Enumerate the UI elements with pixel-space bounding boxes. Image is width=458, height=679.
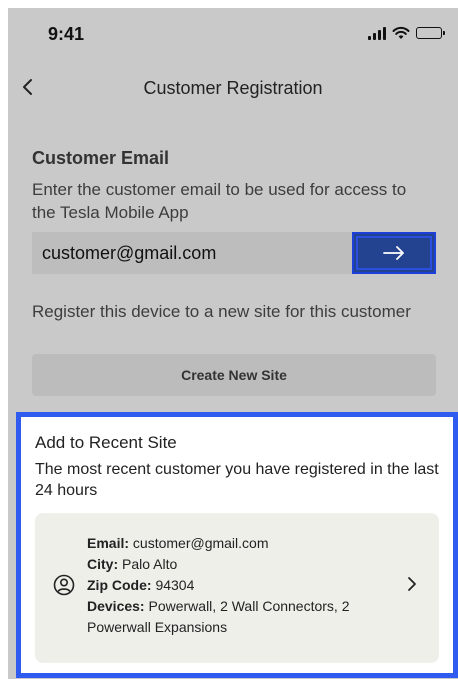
zip-value: 94304	[155, 577, 195, 593]
recent-site-card[interactable]: Email: customer@gmail.com City: Palo Alt…	[35, 513, 439, 663]
site-details: Email: customer@gmail.com City: Palo Alt…	[87, 533, 387, 638]
email-value: customer@gmail.com	[132, 535, 269, 551]
battery-icon	[416, 27, 445, 39]
recent-site-heading: Add to Recent Site	[35, 433, 177, 452]
customer-email-heading: Customer Email	[32, 148, 170, 168]
status-time: 9:41	[48, 24, 85, 44]
customer-email-description: Enter the customer email to be used for …	[32, 180, 407, 222]
app-screen: 9:41 Customer Registration Customer Emai…	[8, 8, 458, 679]
arrow-right-icon	[383, 246, 404, 260]
page-title: Customer Registration	[143, 78, 323, 98]
user-circle-icon	[53, 574, 75, 596]
new-site-description: Register this device to a new site for t…	[32, 302, 411, 321]
recent-site-panel: Add to Recent Site The most recent custo…	[16, 412, 458, 678]
create-new-site-button[interactable]: Create New Site	[32, 354, 436, 396]
site-devices-line: Devices: Powerwall, 2 Wall Connectors, 2…	[87, 596, 387, 638]
zip-label: Zip Code:	[87, 577, 152, 593]
status-icons	[368, 26, 445, 40]
status-bar: 9:41	[8, 8, 458, 60]
email-label: Email:	[87, 535, 130, 551]
submit-email-button[interactable]	[352, 232, 436, 274]
city-value: Palo Alto	[122, 556, 178, 572]
email-row	[32, 232, 436, 274]
signal-icon	[368, 26, 386, 40]
city-label: City:	[87, 556, 119, 572]
recent-site-description: The most recent customer you have regist…	[35, 461, 439, 499]
site-zip-line: Zip Code: 94304	[87, 575, 387, 596]
devices-label: Devices:	[87, 598, 145, 614]
site-city-line: City: Palo Alto	[87, 554, 387, 575]
chevron-right-icon	[408, 577, 416, 591]
wifi-icon	[392, 26, 410, 39]
site-email-line: Email: customer@gmail.com	[87, 533, 387, 554]
nav-header: Customer Registration	[8, 70, 458, 108]
email-input[interactable]	[32, 232, 352, 274]
